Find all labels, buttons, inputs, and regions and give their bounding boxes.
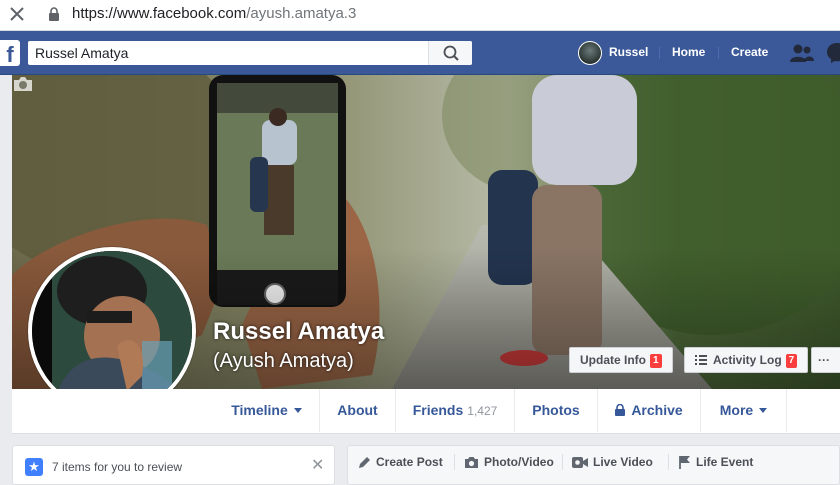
lock-icon [615,403,626,416]
tab-about[interactable]: About [320,389,395,432]
profile-picture-image [32,251,192,411]
life-event-label: Life Event [696,455,754,469]
video-camera-icon [572,457,588,468]
create-post-label: Create Post [376,455,443,469]
star-icon: ★ [25,458,43,476]
activity-log-button[interactable]: Activity Log 7 [684,347,809,373]
activity-log-badge: 7 [785,354,798,368]
tab-photos[interactable]: Photos [515,389,597,432]
tab-friends[interactable]: Friends 1,427 [396,389,514,432]
friend-requests-icon[interactable] [790,42,814,64]
camera-icon[interactable] [12,75,34,93]
tab-timeline[interactable]: Timeline [214,389,319,432]
url-field[interactable]: https://www.facebook.com/ayush.amatya.3 [72,5,356,22]
tab-more[interactable]: More [701,389,786,432]
review-items-card[interactable]: ★ 7 items for you to review ✕ [12,445,335,485]
lock-icon [49,7,59,21]
list-icon [695,355,707,365]
messenger-icon[interactable] [826,42,840,64]
profile-avatar-small[interactable] [578,41,602,65]
tab-divider [786,389,787,432]
url-domain: https://www.facebook.com [72,5,247,22]
nav-divider [718,47,719,59]
facebook-top-nav: f Russel Home Create [0,31,840,75]
flag-icon [679,456,690,469]
live-video-button[interactable]: Live Video [572,455,653,469]
friends-count: 1,427 [467,404,498,418]
more-dots-icon: ··· [818,353,830,367]
pencil-icon [359,457,370,468]
life-event-button[interactable]: Life Event [678,455,753,469]
browser-address-bar: https://www.facebook.com/ayush.amatya.3 [0,0,840,31]
composer-divider [668,454,669,470]
composer-divider [562,454,563,470]
tab-archive[interactable]: Archive [598,389,700,432]
live-video-label: Live Video [593,455,653,469]
chevron-down-icon [293,408,302,413]
camera-icon [465,457,478,468]
search-bar [28,41,472,65]
create-post-button[interactable]: Create Post [358,455,443,469]
photo-video-label: Photo/Video [484,455,554,469]
update-info-badge: 1 [650,354,662,368]
search-icon [443,45,459,61]
activity-log-label: Activity Log [713,353,782,367]
nav-divider [659,47,660,59]
composer-divider [454,454,455,470]
facebook-logo-icon[interactable]: f [0,40,20,66]
tab-timeline-label: Timeline [231,402,288,418]
search-input[interactable] [28,41,428,65]
tab-archive-label: Archive [631,402,683,418]
cover-more-button[interactable]: ··· [811,347,840,373]
profile-tab-strip: Timeline About Friends 1,427 Photos Archi… [12,389,840,434]
close-icon[interactable]: ✕ [311,458,324,474]
nav-profile-link[interactable]: Russel [609,45,648,59]
search-button[interactable] [428,41,472,65]
tab-friends-label: Friends [412,402,464,418]
update-info-label: Update Info [580,353,646,367]
chevron-down-icon [759,408,768,413]
tab-more-label: More [719,402,754,418]
nav-create-link[interactable]: Create [731,45,768,59]
update-info-button[interactable]: Update Info 1 [569,347,673,373]
profile-name[interactable]: Russel Amatya [213,318,384,346]
post-composer-bar: Create Post Photo/Video Live Video Life … [347,445,840,485]
nav-home-link[interactable]: Home [672,45,705,59]
photo-video-button[interactable]: Photo/Video [464,455,554,469]
url-path: /ayush.amatya.3 [246,5,357,22]
profile-alternate-name: (Ayush Amatya) [213,350,354,372]
close-icon[interactable] [7,4,27,24]
